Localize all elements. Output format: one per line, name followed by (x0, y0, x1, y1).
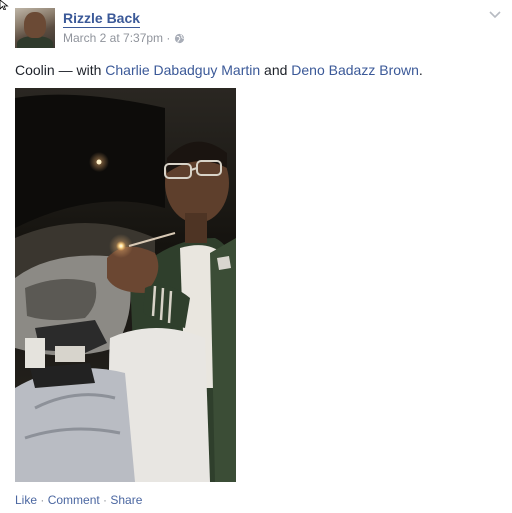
caption-with-prefix: — with (54, 62, 106, 78)
chevron-down-icon[interactable] (488, 10, 502, 20)
globe-icon[interactable] (174, 33, 185, 44)
post-caption: Coolin — with Charlie Dabadguy Martin an… (15, 61, 423, 79)
like-link[interactable]: Like (15, 493, 37, 507)
tagged-user-link-1[interactable]: Charlie Dabadguy Martin (105, 62, 260, 78)
tagged-user-link-2[interactable]: Deno Badazz Brown (291, 62, 419, 78)
post-meta: March 2 at 7:37pm · (63, 31, 185, 45)
caption-end: . (418, 62, 423, 78)
caption-text: Coolin (15, 62, 55, 78)
feed-post: Rizzle Back March 2 at 7:37pm · Coolin —… (0, 0, 512, 513)
author-name-link[interactable]: Rizzle Back (63, 10, 141, 28)
mouse-cursor-icon (0, 0, 9, 10)
actions-separator: · (99, 493, 111, 507)
post-timestamp-link[interactable]: March 2 at 7:37pm (63, 31, 163, 45)
caption-and: and (260, 62, 292, 78)
post-actions: Like · Comment · Share (15, 493, 142, 507)
photo-image (15, 88, 236, 482)
comment-link[interactable]: Comment (48, 493, 100, 507)
avatar-face (24, 12, 46, 38)
author-avatar[interactable] (15, 8, 55, 48)
actions-separator: · (37, 493, 48, 507)
share-link[interactable]: Share (110, 493, 142, 507)
meta-separator: · (166, 31, 171, 45)
post-photo[interactable] (15, 88, 236, 482)
